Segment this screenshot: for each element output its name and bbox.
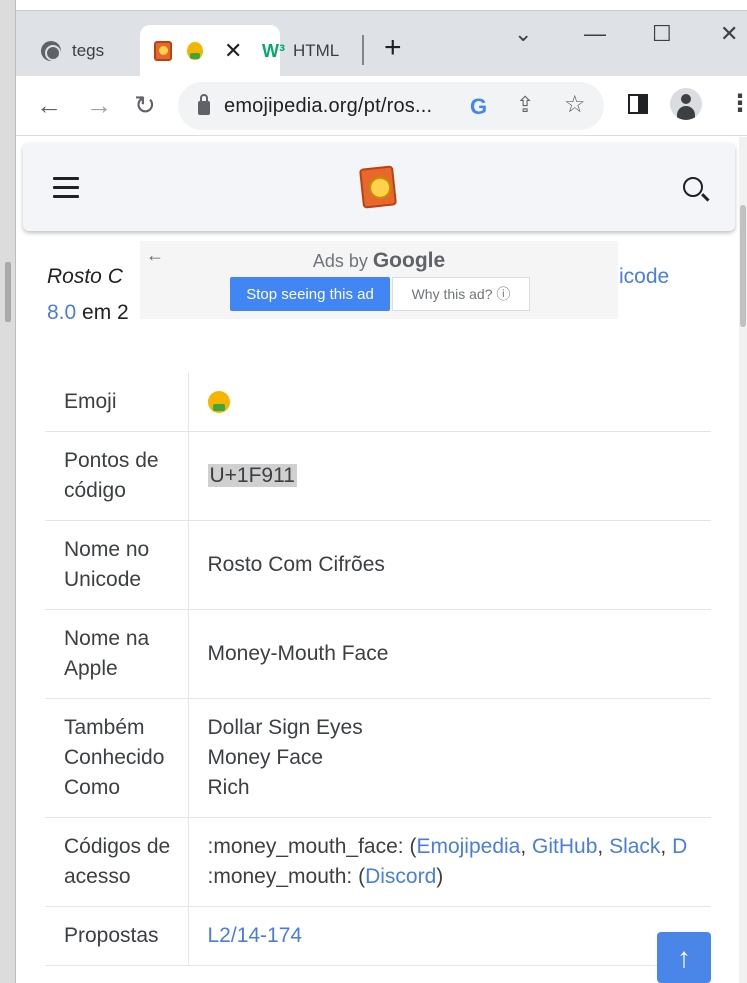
stop-seeing-ad-button[interactable]: Stop seeing this ad [230, 277, 390, 311]
why-this-ad-button[interactable]: Why this ad? ⓘ [392, 277, 530, 311]
globe-icon [40, 40, 62, 62]
tab-html[interactable]: W³ HTML [256, 25, 376, 77]
money-mouth-face-icon [207, 391, 230, 414]
emoji-info-table: Emoji Pontos de código U+1F911 Nome no U… [45, 373, 711, 966]
shortcodes-value: :money_mouth_face: (Emojipedia, GitHub, … [188, 817, 711, 907]
money-mouth-face-icon [184, 40, 206, 62]
github-link[interactable]: GitHub [532, 835, 597, 858]
intro-text: Rosto C [47, 265, 123, 288]
close-window-button[interactable]: ✕ [720, 21, 738, 47]
ad-overlay: ← Ads by Google Stop seeing this ad Why … [140, 241, 618, 319]
bookmark-star-icon[interactable]: ☆ [564, 90, 586, 119]
unicode-version-link[interactable]: 8.0 [47, 301, 76, 324]
aka-values: Dollar Sign Eyes Money Face Rich [188, 698, 711, 818]
row-label: Nome na Apple [45, 609, 189, 699]
table-row: Nome no Unicode Rosto Com Cifrões [45, 520, 711, 610]
table-row: Propostas L2/14-174 [45, 906, 711, 966]
apple-name-value: Money-Mouth Face [188, 609, 711, 699]
forward-button[interactable]: → [86, 90, 112, 120]
discord-link-truncated[interactable]: D [672, 835, 687, 858]
scrollbar-thumb[interactable] [740, 205, 746, 327]
tab-separator [362, 35, 364, 65]
page-viewport: Rosto C icode 8.0 em 2 ← Ads by Google S… [16, 137, 747, 983]
unicode-name-value: Rosto Com Cifrões [188, 520, 711, 610]
row-label: Emoji [45, 373, 189, 432]
emojipedia-favicon-icon [152, 40, 174, 62]
ads-by-google-label: Ads by Google [312, 249, 446, 272]
aka-item: Money Face [207, 746, 324, 769]
new-tab-button[interactable]: + [384, 33, 402, 63]
back-to-top-button[interactable]: ↑ [657, 932, 711, 983]
close-tab-icon[interactable]: ✕ [224, 38, 242, 64]
proposal-link[interactable]: L2/14-174 [208, 924, 303, 947]
back-button[interactable]: ← [36, 90, 62, 120]
maximize-button[interactable]: ☐ [652, 21, 672, 47]
emoji-value [188, 373, 711, 432]
row-label: Também Conhecido Como [45, 698, 189, 818]
discord-link[interactable]: Discord [365, 865, 436, 888]
table-row: Códigos de acesso :money_mouth_face: (Em… [45, 817, 711, 907]
aka-item: Rich [207, 776, 250, 799]
minimize-button[interactable]: — [584, 21, 606, 47]
intro-text: em 2 [76, 301, 129, 324]
share-icon[interactable]: ⇪ [516, 92, 534, 118]
slack-link[interactable]: Slack [609, 835, 660, 858]
reload-button[interactable]: ↻ [134, 90, 156, 120]
page-scrollbar[interactable] [739, 137, 747, 983]
table-row: Também Conhecido Como Dollar Sign Eyes M… [45, 698, 711, 818]
tab-tegs[interactable]: tegs [28, 25, 140, 77]
emojipedia-link[interactable]: Emojipedia [416, 835, 520, 858]
hamburger-menu-icon[interactable] [53, 177, 79, 198]
table-row: Emoji [45, 373, 711, 432]
row-label: Pontos de código [45, 431, 189, 521]
aka-item: Dollar Sign Eyes [207, 716, 363, 739]
site-header [23, 143, 735, 231]
tab-strip: tegs ✕ W³ HTML + ⌄ — ☐ ✕ [16, 10, 747, 77]
background-window-scroll-knob [5, 262, 11, 322]
google-lens-icon[interactable]: G [470, 94, 487, 120]
tab-label: tegs [72, 41, 105, 60]
w3schools-favicon-icon: W³ [262, 40, 285, 61]
background-window-edge [0, 0, 16, 983]
browser-toolbar: ← → ↻ emojipedia.org/pt/ros... G ⇪ ☆ ⋮ [16, 76, 747, 136]
search-icon[interactable] [683, 177, 703, 197]
table-row: Nome na Apple Money-Mouth Face [45, 609, 711, 699]
unicode-link[interactable]: icode [619, 259, 669, 295]
address-bar[interactable]: emojipedia.org/pt/ros... G ⇪ ☆ [178, 82, 604, 130]
table-row: Pontos de código U+1F911 [45, 431, 711, 521]
row-label: Códigos de acesso [45, 817, 189, 907]
row-label: Nome no Unicode [45, 520, 189, 610]
row-label: Propostas [45, 906, 189, 966]
profile-avatar-icon[interactable] [670, 88, 702, 120]
side-panel-icon[interactable] [628, 94, 648, 114]
tab-search-chevron-down-icon[interactable]: ⌄ [514, 21, 532, 47]
codepoint-value[interactable]: U+1F911 [207, 464, 297, 487]
lock-icon[interactable] [198, 94, 210, 115]
tab-label: HTML [292, 41, 340, 60]
browser-menu-icon[interactable]: ⋮ [728, 88, 747, 120]
url-text: emojipedia.org/pt/ros... [224, 94, 433, 117]
emojipedia-logo[interactable] [359, 165, 397, 209]
